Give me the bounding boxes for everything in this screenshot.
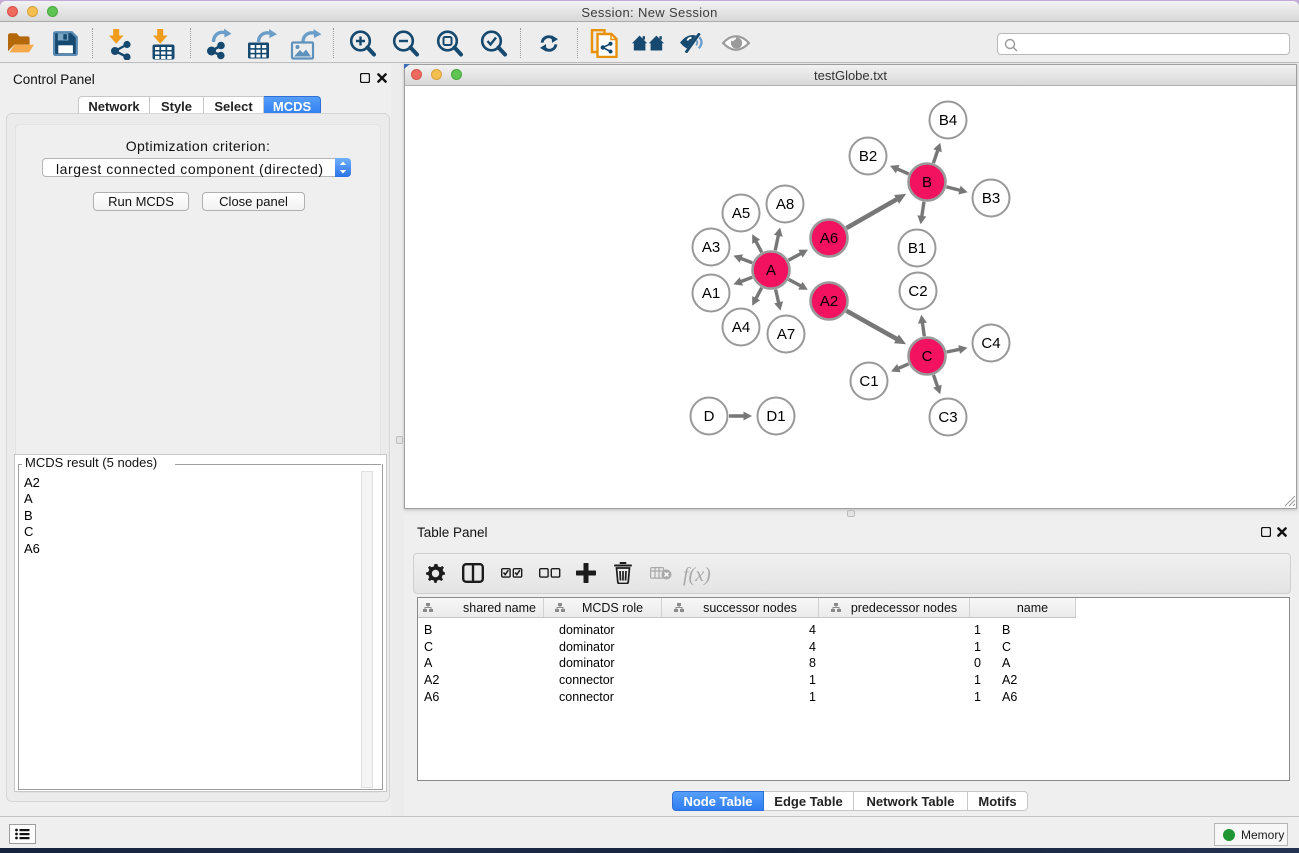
- svg-text:C: C: [922, 348, 933, 365]
- svg-text:C1: C1: [859, 373, 878, 390]
- svg-text:B3: B3: [982, 190, 1000, 207]
- svg-text:A: A: [766, 262, 776, 279]
- svg-text:A6: A6: [820, 230, 838, 247]
- svg-text:A2: A2: [820, 293, 838, 310]
- svg-text:A8: A8: [776, 196, 794, 213]
- svg-text:D1: D1: [766, 408, 785, 425]
- svg-text:B2: B2: [859, 148, 877, 165]
- svg-text:C3: C3: [938, 409, 957, 426]
- svg-text:A5: A5: [732, 205, 750, 222]
- svg-text:A3: A3: [702, 239, 720, 256]
- svg-text:B4: B4: [939, 112, 957, 129]
- svg-text:C2: C2: [908, 283, 927, 300]
- svg-text:A7: A7: [777, 326, 795, 343]
- svg-text:B1: B1: [908, 240, 926, 257]
- svg-text:C4: C4: [981, 335, 1000, 352]
- svg-text:A4: A4: [732, 319, 750, 336]
- svg-text:D: D: [704, 408, 715, 425]
- svg-text:B: B: [922, 174, 932, 191]
- svg-text:A1: A1: [702, 285, 720, 302]
